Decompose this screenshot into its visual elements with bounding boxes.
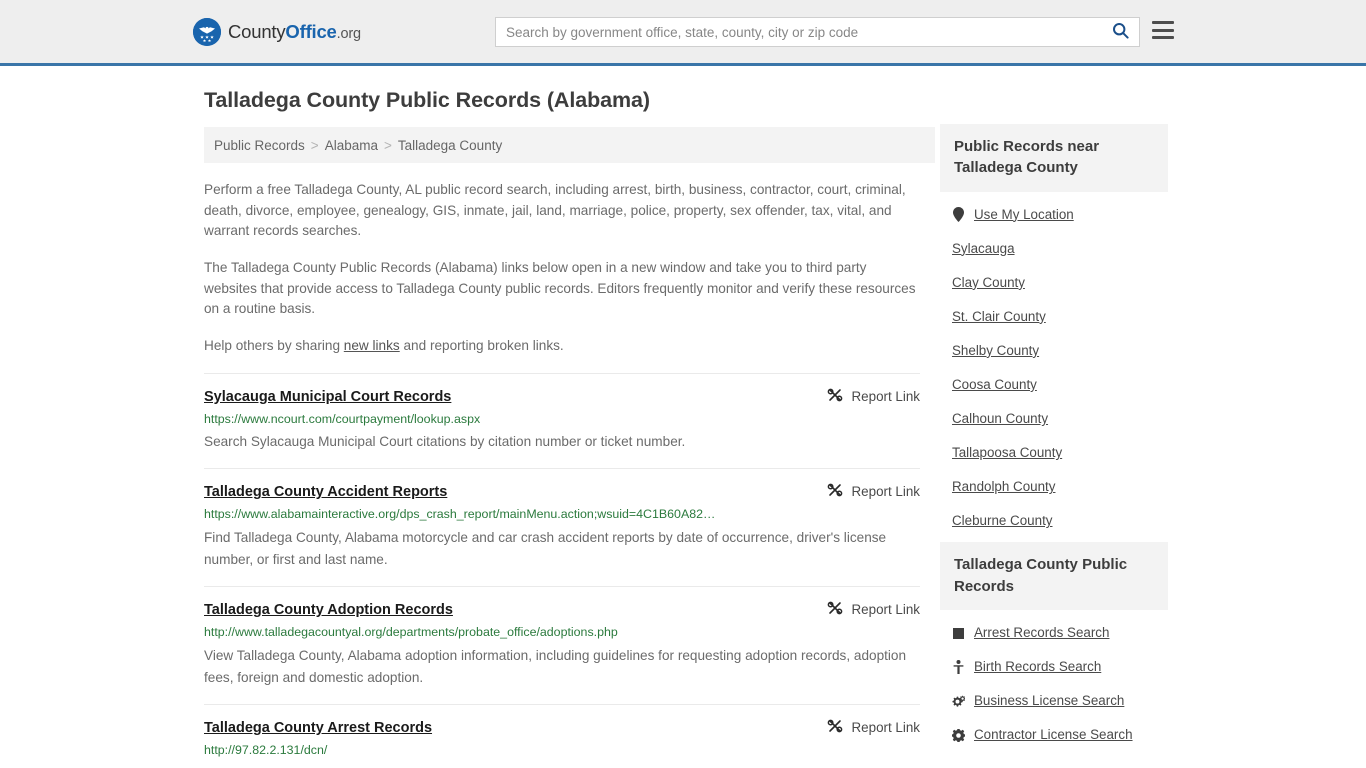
broken-link-icon — [827, 600, 843, 619]
sidebar-link[interactable]: Use My Location — [974, 207, 1074, 223]
sidebar-item-business-license-search[interactable]: Business License Search — [940, 684, 1168, 718]
hamburger-bar-2 — [1152, 28, 1174, 32]
search-input[interactable] — [496, 18, 1101, 46]
sidebar-link[interactable]: Randolph County — [952, 479, 1055, 495]
sidebar-item-st-clair-county[interactable]: St. Clair County — [940, 300, 1168, 334]
sidebar-link[interactable]: Sylacauga — [952, 241, 1015, 257]
sidebar-link[interactable]: Coosa County — [952, 377, 1037, 393]
breadcrumb: Public Records > Alabama > Talladega Cou… — [204, 127, 935, 163]
broken-link-icon — [827, 482, 843, 501]
result-row: Talladega County Adoption Records Report… — [204, 586, 920, 704]
new-links-link[interactable]: new links — [344, 338, 400, 353]
report-link-button[interactable]: Report Link — [827, 718, 920, 737]
site-logo-text: CountyOffice.org — [228, 21, 361, 43]
result-url: https://www.ncourt.com/courtpayment/look… — [204, 411, 481, 426]
site-logo[interactable]: CountyOffice.org — [193, 18, 361, 46]
sidebar-item-birth-records-search[interactable]: Birth Records Search — [940, 650, 1168, 684]
site-header: CountyOffice.org — [0, 0, 1366, 66]
hamburger-bar-3 — [1152, 36, 1174, 39]
sidebar-item-coosa-county[interactable]: Coosa County — [940, 368, 1168, 402]
sidebar-records-heading: Talladega County Public Records — [940, 542, 1168, 610]
breadcrumb-item-talladega-county: Talladega County — [397, 137, 503, 153]
breadcrumb-separator-1: > — [310, 137, 319, 153]
sidebar: Public Records near Talladega County Use… — [940, 124, 1168, 756]
square-icon — [952, 626, 965, 641]
sidebar-link[interactable]: Shelby County — [952, 343, 1039, 359]
brand-part-org: .org — [336, 26, 361, 42]
hamburger-menu-icon[interactable] — [1152, 21, 1174, 39]
sidebar-link[interactable]: Tallapoosa County — [952, 445, 1062, 461]
report-link-label: Report Link — [851, 388, 920, 404]
search-button[interactable] — [1101, 18, 1139, 46]
broken-link-icon — [827, 387, 843, 406]
brand-part-county: County — [228, 21, 286, 42]
broken-link-icon — [827, 718, 843, 737]
brand-part-office: Office — [285, 21, 337, 42]
sidebar-item-sylacauga[interactable]: Sylacauga — [940, 232, 1168, 266]
page-title: Talladega County Public Records (Alabama… — [204, 88, 650, 112]
sidebar-item-arrest-records-search[interactable]: Arrest Records Search — [940, 616, 1168, 650]
sidebar-item-calhoun-county[interactable]: Calhoun County — [940, 402, 1168, 436]
child-icon — [952, 660, 965, 675]
map-pin-icon — [952, 207, 965, 223]
report-link-button[interactable]: Report Link — [827, 482, 920, 501]
result-title-link[interactable]: Talladega County Adoption Records — [204, 602, 453, 618]
sidebar-item-cleburne-county[interactable]: Cleburne County — [940, 504, 1168, 538]
result-title-link[interactable]: Talladega County Arrest Records — [204, 720, 432, 736]
search-bar[interactable] — [495, 17, 1140, 47]
hamburger-bar-1 — [1152, 21, 1174, 24]
intro-text: Perform a free Talladega County, AL publ… — [204, 180, 920, 357]
sidebar-link[interactable]: Contractor License Search — [974, 727, 1133, 743]
report-link-label: Report Link — [851, 484, 920, 500]
report-link-label: Report Link — [851, 602, 920, 618]
sidebar-link[interactable]: St. Clair County — [952, 309, 1046, 325]
result-description: View Talladega County, Alabama adoption … — [204, 647, 907, 685]
results-list: Sylacauga Municipal Court Records Report… — [204, 372, 920, 768]
intro-paragraph-3: Help others by sharing new links and rep… — [204, 336, 920, 357]
sidebar-item-contractor-license-search[interactable]: Contractor License Search — [940, 718, 1168, 752]
intro-paragraph-1: Perform a free Talladega County, AL publ… — [204, 182, 906, 239]
sidebar-nearby-list: Use My Location Sylacauga Clay County St… — [940, 192, 1168, 539]
share-text-after: and reporting broken links. — [399, 337, 564, 353]
sidebar-link[interactable]: Calhoun County — [952, 411, 1048, 427]
result-description: Search Sylacauga Municipal Court citatio… — [204, 434, 686, 450]
breadcrumb-separator-2: > — [383, 137, 392, 153]
result-url: http://www.talladegacountyal.org/departm… — [204, 625, 618, 640]
sidebar-section-records: Talladega County Public Records Arrest R… — [940, 542, 1168, 752]
result-url: http://97.82.2.131/dcn/ — [204, 742, 328, 757]
sidebar-link[interactable]: Business License Search — [974, 693, 1124, 709]
sidebar-link[interactable]: Clay County — [952, 275, 1025, 291]
sidebar-link[interactable]: Birth Records Search — [974, 659, 1101, 675]
sidebar-item-randolph-county[interactable]: Randolph County — [940, 470, 1168, 504]
result-description: Search Talladega County, Alabama arrest … — [204, 763, 916, 768]
sidebar-nearby-heading: Public Records near Talladega County — [940, 124, 1168, 192]
intro-paragraph-2: The Talladega County Public Records (Ala… — [204, 259, 916, 317]
result-row: Sylacauga Municipal Court Records Report… — [204, 372, 920, 469]
result-row: Talladega County Accident Reports Report… — [204, 468, 920, 586]
sidebar-item-clay-county[interactable]: Clay County — [940, 266, 1168, 300]
sidebar-item-shelby-county[interactable]: Shelby County — [940, 334, 1168, 368]
sidebar-section-nearby: Public Records near Talladega County Use… — [940, 124, 1168, 538]
share-text-before: Help others by sharing — [204, 337, 344, 353]
breadcrumb-item-alabama[interactable]: Alabama — [325, 138, 378, 153]
result-title-link[interactable]: Talladega County Accident Reports — [204, 484, 447, 500]
result-url: https://www.alabamainteractive.org/dps_c… — [204, 507, 716, 522]
sidebar-link[interactable]: Arrest Records Search — [974, 625, 1109, 641]
result-row: Talladega County Arrest Records Report L… — [204, 703, 920, 768]
cog-icon — [952, 728, 965, 743]
sidebar-item-tallapoosa-county[interactable]: Tallapoosa County — [940, 436, 1168, 470]
sidebar-item-use-my-location[interactable]: Use My Location — [940, 198, 1168, 232]
main-content: Talladega County Public Records (Alabama… — [204, 88, 935, 768]
report-link-button[interactable]: Report Link — [827, 387, 920, 406]
report-link-button[interactable]: Report Link — [827, 600, 920, 619]
result-description: Find Talladega County, Alabama motorcycl… — [204, 530, 887, 568]
report-link-label: Report Link — [851, 719, 920, 735]
sidebar-records-list: Arrest Records Search Birth Records Sear… — [940, 610, 1168, 752]
breadcrumb-item-public-records[interactable]: Public Records — [214, 138, 305, 153]
gears-icon — [952, 694, 965, 709]
eagle-logo-icon — [193, 18, 221, 46]
sidebar-link[interactable]: Cleburne County — [952, 513, 1053, 529]
result-title-link[interactable]: Sylacauga Municipal Court Records — [204, 389, 451, 405]
search-icon — [1112, 22, 1129, 42]
